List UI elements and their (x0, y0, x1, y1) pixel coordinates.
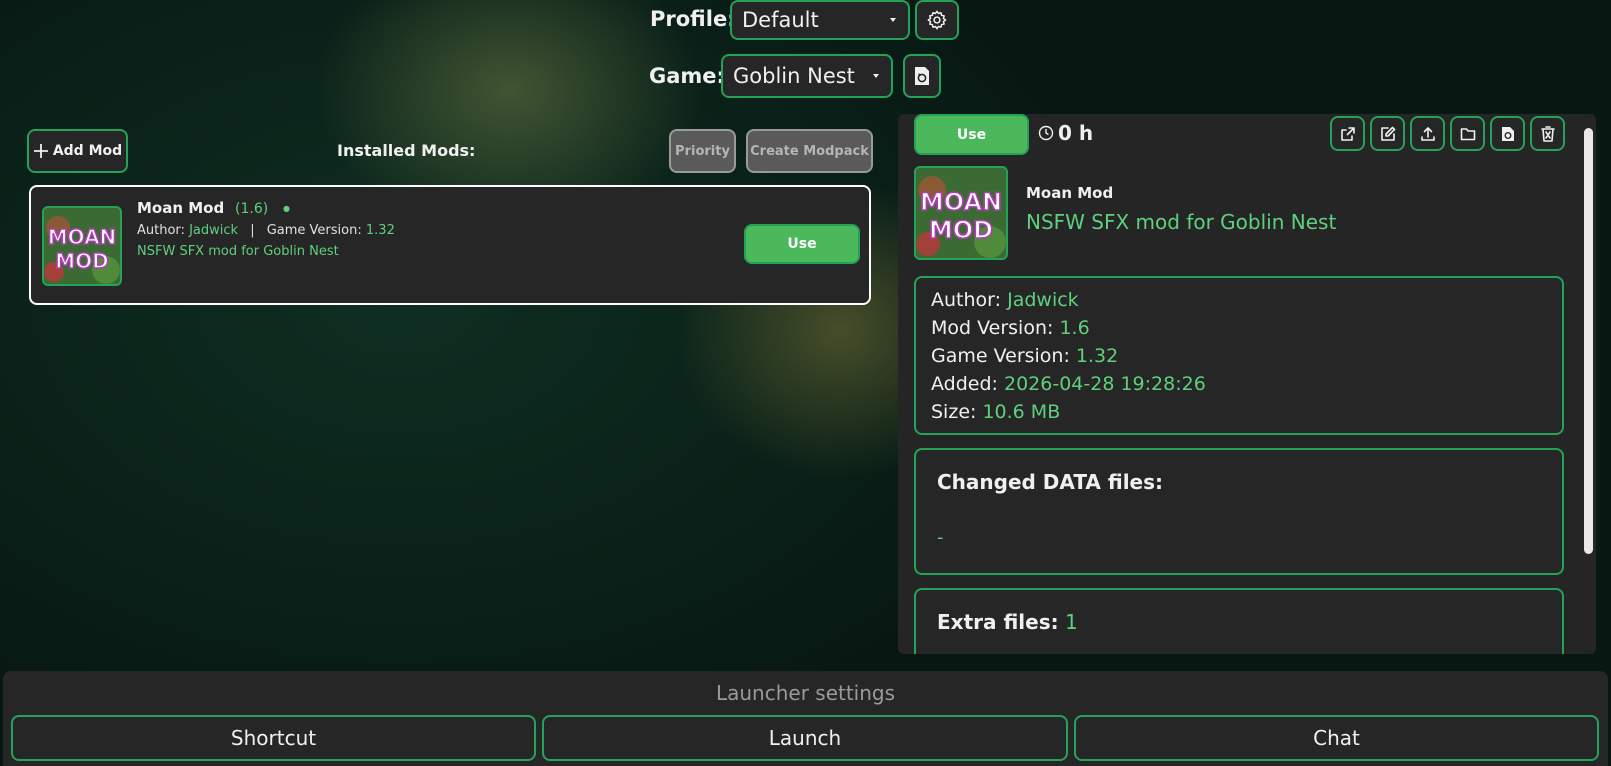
mod-author-label: Author: (137, 223, 185, 238)
extra-files-value: 1 (1064, 610, 1078, 634)
mod-description: NSFW SFX mod for Goblin Nest (137, 244, 339, 259)
info-game-version-label: Game Version: (931, 345, 1070, 367)
open-folder-button[interactable] (1450, 116, 1485, 151)
details-mod-name: Moan Mod (1026, 184, 1114, 202)
add-mod-button[interactable]: Add Mod (27, 129, 128, 173)
details-toolbar (1330, 116, 1565, 151)
info-added-row: Added: 2026-04-28 19:28:26 (931, 370, 1547, 398)
mod-card[interactable]: MOAN MOD Moan Mod (1.6) ● Author: Jadwic… (29, 185, 871, 305)
delete-button[interactable] (1530, 116, 1565, 151)
priority-label: Priority (675, 143, 730, 159)
chevron-down-icon (873, 74, 879, 78)
file-refresh-icon (1501, 126, 1514, 141)
upload-icon (1420, 126, 1435, 141)
mod-logo-text-top: MOAN (48, 225, 117, 249)
info-author-row: Author: Jadwick (931, 286, 1547, 314)
add-mod-label: Add Mod (52, 143, 123, 159)
launch-button[interactable]: Launch (542, 715, 1068, 761)
changed-data-value: - (937, 527, 944, 548)
export-button[interactable] (1410, 116, 1445, 151)
details-mod-logo: MOAN MOD (914, 166, 1008, 260)
gear-icon (927, 10, 947, 30)
mod-logo: MOAN MOD (42, 206, 122, 286)
details-use-label: Use (956, 126, 987, 143)
profile-settings-button[interactable] (915, 0, 959, 40)
edit-button[interactable] (1370, 116, 1405, 151)
info-mod-version: 1.6 (1059, 317, 1090, 339)
priority-button[interactable]: Priority (669, 129, 736, 173)
shortcut-label: Shortcut (230, 726, 317, 750)
info-author: Jadwick (1007, 289, 1079, 311)
details-scrollbar[interactable] (1584, 128, 1593, 554)
profile-label: Profile: (650, 7, 736, 31)
game-refresh-button[interactable] (903, 54, 941, 98)
mod-meta-separator: | (250, 223, 255, 238)
trash-icon (1540, 125, 1555, 142)
create-modpack-button[interactable]: Create Modpack (746, 129, 873, 173)
info-added-label: Added: (931, 373, 998, 395)
info-size: 10.6 MB (982, 401, 1061, 423)
changed-data-box: Changed DATA files: - (914, 448, 1564, 575)
mod-game-version: 1.32 (365, 223, 395, 238)
info-mod-version-row: Mod Version: 1.6 (931, 314, 1547, 342)
info-mod-version-label: Mod Version: (931, 317, 1054, 339)
changed-data-heading: Changed DATA files: (937, 470, 1164, 494)
chat-button[interactable]: Chat (1074, 715, 1599, 761)
info-size-label: Size: (931, 401, 977, 423)
mod-logo-text-bottom: MOD (55, 249, 109, 273)
info-added: 2026-04-28 19:28:26 (1003, 373, 1206, 395)
status-dot: ● (283, 204, 290, 213)
game-select[interactable]: Goblin Nest (721, 54, 893, 98)
details-logo-text-top: MOAN (920, 188, 1002, 216)
mod-logo-image: MOAN MOD (44, 208, 120, 284)
clock-icon (1038, 125, 1054, 141)
info-size-row: Size: 10.6 MB (931, 398, 1547, 426)
details-use-button[interactable]: Use (914, 114, 1029, 155)
playtime: 0 h (1058, 121, 1094, 145)
external-link-icon (1340, 126, 1355, 141)
open-link-button[interactable] (1330, 116, 1365, 151)
extra-files-label: Extra files: (937, 610, 1059, 634)
mod-name: Moan Mod (137, 199, 225, 217)
reload-button[interactable] (1490, 116, 1525, 151)
info-author-label: Author: (931, 289, 1002, 311)
installed-mods-heading: Installed Mods: (337, 141, 476, 160)
create-modpack-label: Create Modpack (750, 143, 869, 159)
folder-icon (1460, 127, 1475, 140)
extra-files-box: Extra files: 1 (914, 588, 1564, 654)
launcher-settings-label[interactable]: Launcher settings (3, 681, 1608, 705)
mod-game-version-label: Game Version: (266, 223, 362, 238)
details-mod-description: NSFW SFX mod for Goblin Nest (1026, 210, 1337, 234)
mod-use-label: Use (787, 236, 817, 252)
mod-details-panel: Use 0 h MOAN MOD Moan Mod NSFW SFX mod f… (898, 114, 1596, 654)
game-label: Game: (649, 64, 725, 88)
extra-files-row: Extra files: 1 (937, 610, 1078, 634)
mod-use-button[interactable]: Use (744, 224, 860, 264)
mod-title-row: Moan Mod (1.6) ● (137, 199, 290, 217)
profile-select-value: Default (742, 8, 819, 32)
mod-info-box: Author: Jadwick Mod Version: 1.6 Game Ve… (914, 276, 1564, 435)
game-select-value: Goblin Nest (733, 64, 855, 88)
profile-select[interactable]: Default (730, 0, 910, 40)
file-refresh-icon (915, 67, 929, 85)
mod-meta-row: Author: Jadwick | Game Version: 1.32 (137, 223, 395, 238)
launch-label: Launch (768, 726, 842, 750)
mod-author: Jadwick (189, 223, 239, 238)
chat-label: Chat (1313, 726, 1360, 750)
mod-version: (1.6) (235, 201, 269, 217)
details-mod-logo-image: MOAN MOD (916, 168, 1006, 258)
info-game-version: 1.32 (1075, 345, 1119, 367)
details-logo-text-bottom: MOD (929, 216, 993, 244)
edit-icon (1380, 126, 1395, 141)
chevron-down-icon (890, 18, 896, 22)
plus-icon (33, 144, 48, 158)
shortcut-button[interactable]: Shortcut (11, 715, 536, 761)
info-game-version-row: Game Version: 1.32 (931, 342, 1547, 370)
